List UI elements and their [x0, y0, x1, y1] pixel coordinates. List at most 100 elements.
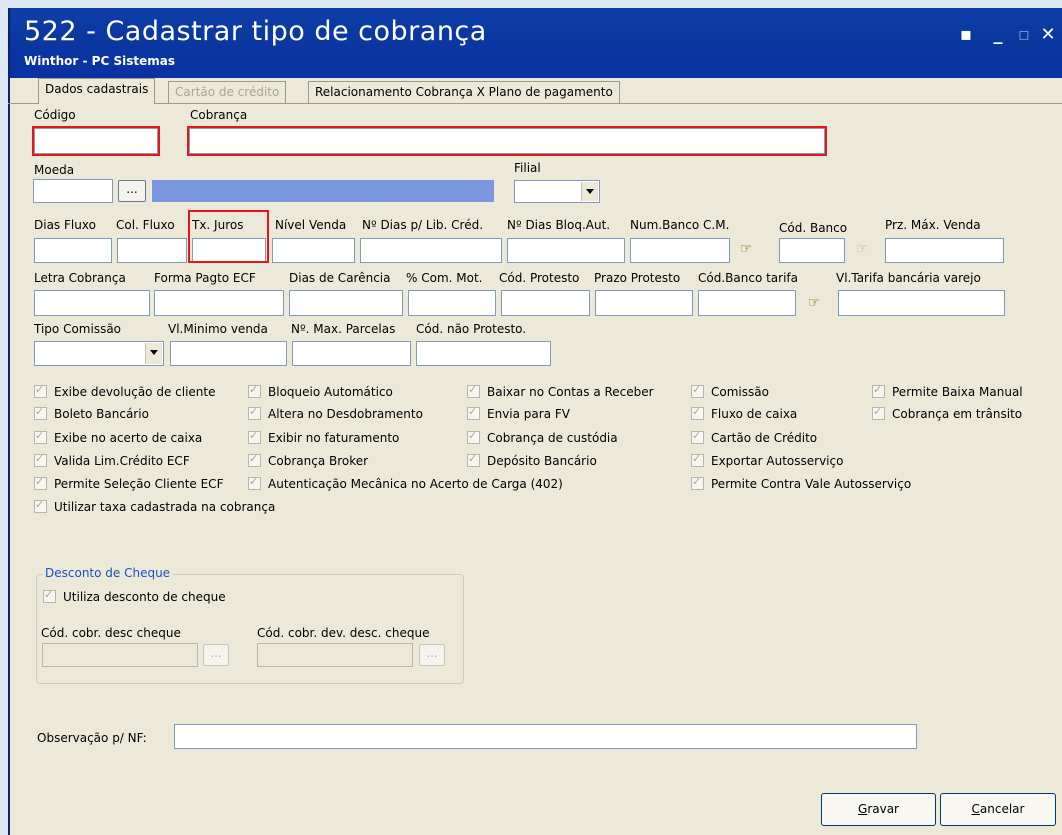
checkbox-icon — [248, 475, 261, 490]
vl-tarifa-label: Vl.Tarifa bancária varejo — [836, 271, 981, 285]
max-parcelas-label: Nº. Max. Parcelas — [291, 322, 396, 336]
checkbox-cobranca-custodia[interactable]: Cobrança de custódia — [467, 429, 618, 445]
checkbox-icon — [872, 405, 885, 420]
cod-cobr-dev-input[interactable] — [257, 643, 413, 667]
checkbox-cartao-credito[interactable]: Cartão de Crédito — [691, 429, 818, 445]
hand-pointer-icon[interactable]: ☞ — [733, 238, 759, 262]
checkbox-icon — [467, 429, 480, 444]
close-icon[interactable]: ✕ — [1038, 26, 1058, 44]
cod-banco-input[interactable] — [779, 238, 845, 263]
checkbox-cobranca-transito[interactable]: Cobrança em trânsito — [872, 405, 1022, 421]
checkbox-icon — [467, 405, 480, 420]
moeda-label: Moeda — [34, 163, 75, 177]
dias-fluxo-label: Dias Fluxo — [34, 218, 96, 232]
moeda-lookup-button[interactable]: ... — [118, 180, 146, 202]
desconto-cheque-title: Desconto de Cheque — [43, 566, 173, 580]
hand-pointer-icon[interactable]: ☞ — [801, 292, 827, 316]
checkbox-label: Exibir no faturamento — [268, 431, 400, 445]
tab-dados-cadastrais[interactable]: Dados cadastrais — [38, 78, 156, 104]
cobranca-label: Cobrança — [190, 108, 248, 122]
codigo-label: Código — [34, 108, 76, 122]
filial-select[interactable] — [514, 180, 600, 203]
checkbox-permite-contra-vale[interactable]: Permite Contra Vale Autosserviço — [691, 475, 911, 491]
chevron-down-icon[interactable] — [581, 182, 598, 201]
cod-cobr-desc-lookup-button[interactable]: ... — [203, 644, 229, 666]
checkbox-comissao[interactable]: Comissão — [691, 383, 769, 399]
checkbox-utiliza-desconto-cheque[interactable]: Utiliza desconto de cheque — [43, 588, 226, 604]
cod-cobr-dev-label: Cód. cobr. dev. desc. cheque — [257, 626, 430, 640]
title-bar: 522 - Cadastrar tipo de cobrança Winthor… — [10, 8, 1062, 78]
num-banco-cm-input[interactable] — [630, 238, 730, 263]
checkbox-autenticacao-mecanica[interactable]: Autenticação Mecânica no Acerto de Carga… — [248, 475, 563, 491]
checkbox-icon — [34, 498, 47, 513]
max-parcelas-input[interactable] — [292, 341, 411, 366]
checkbox-bloqueio-automatico[interactable]: Bloqueio Automático — [248, 383, 393, 399]
checkbox-fluxo-caixa[interactable]: Fluxo de caixa — [691, 405, 798, 421]
checkbox-deposito-bancario[interactable]: Depósito Bancário — [467, 452, 597, 468]
checkbox-baixar-contas-receber[interactable]: Baixar no Contas a Receber — [467, 383, 654, 399]
col-fluxo-input[interactable] — [117, 238, 187, 263]
checkbox-permite-baixa-manual[interactable]: Permite Baixa Manual — [872, 383, 1023, 399]
tx-juros-highlight — [188, 210, 269, 263]
dias-carencia-label: Dias de Carência — [289, 271, 391, 285]
cancelar-button[interactable]: Cancelar — [940, 793, 1056, 826]
hand-pointer-icon[interactable]: ☞ — [849, 238, 875, 262]
tipo-comissao-select[interactable] — [34, 341, 164, 366]
cod-cobr-dev-lookup-button[interactable]: ... — [419, 644, 445, 666]
checkbox-label: Cartão de Crédito — [711, 431, 818, 445]
dias-bloq-aut-input[interactable] — [507, 238, 625, 263]
checkbox-exibir-faturamento[interactable]: Exibir no faturamento — [248, 429, 400, 445]
gravar-button[interactable]: Gravar — [821, 793, 936, 826]
cod-protesto-input[interactable] — [501, 290, 590, 316]
cod-banco-tarifa-input[interactable] — [698, 290, 796, 316]
checkbox-icon — [248, 405, 261, 420]
forma-pagto-ecf-input[interactable] — [154, 290, 284, 316]
maximize-icon[interactable]: ▫ — [1014, 26, 1034, 44]
checkbox-icon — [691, 383, 704, 398]
vl-tarifa-input[interactable] — [838, 290, 1005, 316]
cod-cobr-desc-input[interactable] — [42, 643, 198, 667]
com-mot-input[interactable] — [408, 290, 496, 316]
restore-icon[interactable]: ▪ — [956, 26, 976, 44]
dias-fluxo-input[interactable] — [34, 238, 112, 263]
tab-cartao-credito[interactable]: Cartão de crédito — [168, 81, 287, 104]
checkbox-altera-desdobramento[interactable]: Altera no Desdobramento — [248, 405, 423, 421]
letra-cobranca-input[interactable] — [34, 290, 150, 316]
nivel-venda-input[interactable] — [272, 238, 355, 263]
tab-relacionamento[interactable]: Relacionamento Cobrança X Plano de pagam… — [308, 81, 620, 104]
moeda-input[interactable] — [33, 179, 113, 203]
checkbox-label: Permite Seleção Cliente ECF — [54, 477, 224, 491]
vl-minimo-venda-input[interactable] — [170, 341, 287, 366]
dias-carencia-input[interactable] — [289, 290, 403, 316]
prz-max-venda-input[interactable] — [885, 238, 1004, 263]
checkbox-label: Utiliza desconto de cheque — [63, 590, 226, 604]
checkbox-icon — [691, 452, 704, 467]
dias-lib-cred-input[interactable] — [360, 238, 502, 263]
nivel-venda-label: Nível Venda — [275, 218, 347, 232]
checkbox-cobranca-broker[interactable]: Cobrança Broker — [248, 452, 368, 468]
checkbox-valida-lim-credito[interactable]: Valida Lim.Crédito ECF — [34, 452, 190, 468]
checkbox-boleto-bancario[interactable]: Boleto Bancário — [34, 405, 149, 421]
checkbox-icon — [691, 429, 704, 444]
prazo-protesto-input[interactable] — [595, 290, 693, 316]
checkbox-exibe-devolucao[interactable]: Exibe devolução de cliente — [34, 383, 215, 399]
com-mot-label: % Com. Mot. — [406, 271, 483, 285]
checkbox-icon — [467, 452, 480, 467]
checkbox-envia-fv[interactable]: Envia para FV — [467, 405, 570, 421]
cancelar-label: ancelar — [979, 802, 1025, 816]
checkbox-exportar-autosservico[interactable]: Exportar Autosserviço — [691, 452, 843, 468]
filial-label: Filial — [514, 161, 541, 175]
checkbox-exibe-acerto-caixa[interactable]: Exibe no acerto de caixa — [34, 429, 203, 445]
cod-nao-protesto-input[interactable] — [416, 341, 551, 366]
checkbox-label: Cobrança de custódia — [487, 431, 618, 445]
gravar-accesskey: G — [858, 802, 868, 816]
observacao-nf-input[interactable] — [174, 724, 917, 749]
checkbox-utilizar-taxa[interactable]: Utilizar taxa cadastrada na cobrança — [34, 498, 275, 514]
checkbox-permite-selecao-cliente[interactable]: Permite Seleção Cliente ECF — [34, 475, 224, 491]
chevron-down-icon[interactable] — [145, 343, 162, 364]
checkbox-label: Depósito Bancário — [487, 454, 597, 468]
vl-minimo-venda-label: Vl.Minimo venda — [168, 322, 268, 336]
minimize-icon[interactable]: _ — [988, 26, 1008, 44]
checkbox-label: Fluxo de caixa — [711, 407, 798, 421]
checkbox-label: Exibe no acerto de caixa — [54, 431, 203, 445]
